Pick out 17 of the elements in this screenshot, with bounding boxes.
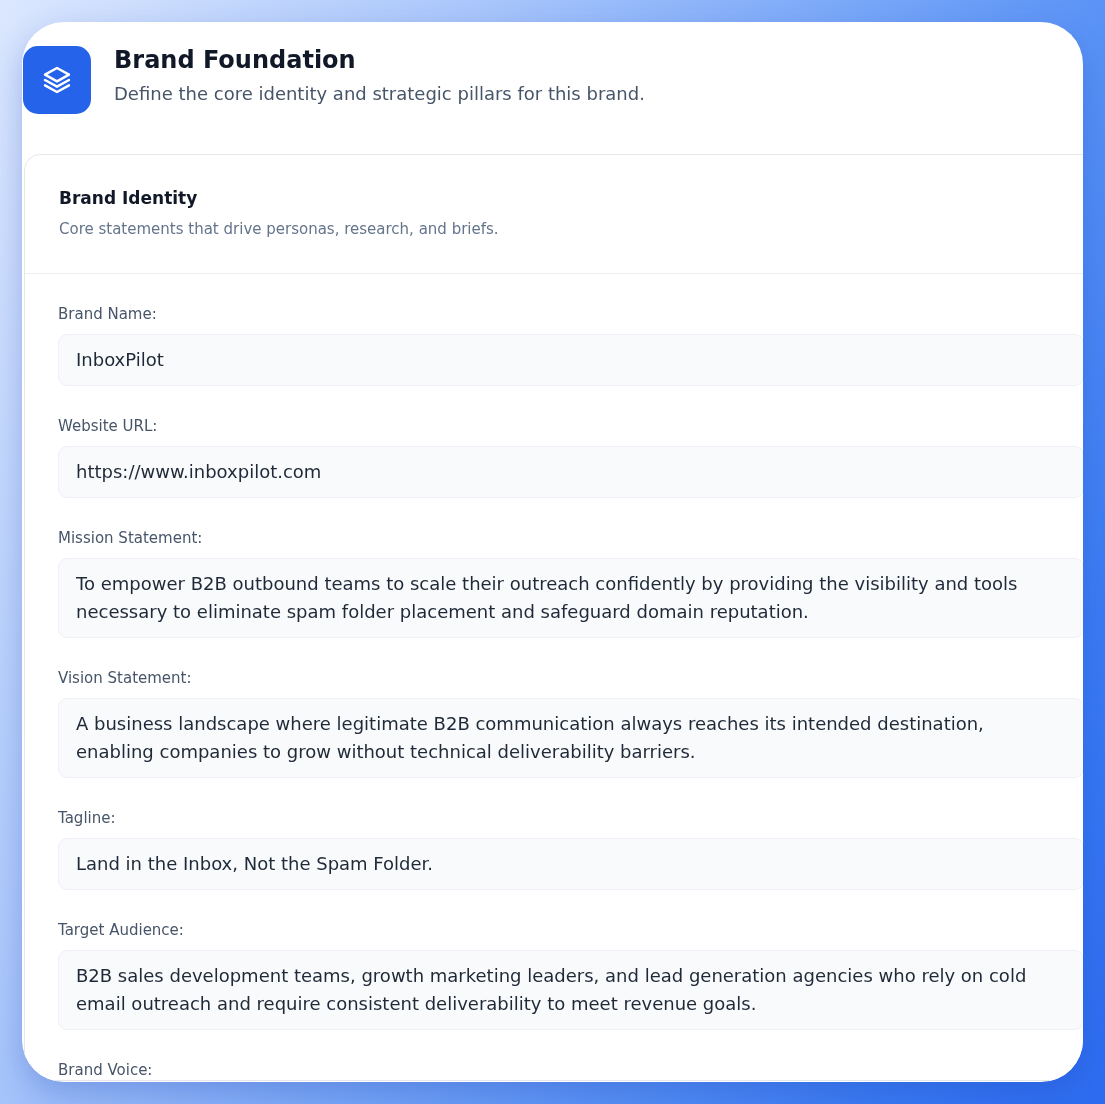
text-field[interactable]: A business landscape where legitimate B2B communication always reaches its intended destination, enabling companies to grow without technical deliverability barriers. xyxy=(58,698,1083,778)
section-description: Core statements that drive personas, research, and briefs. xyxy=(59,219,500,240)
field-label: Vision Statement: xyxy=(58,668,193,688)
text-field[interactable]: https://www.inboxpilot.com xyxy=(58,446,1083,498)
text-field[interactable]: B2B sales development teams, growth marketing leaders, and lead generation agencies who rely on cold email outreach and require consistent deliverability to meet revenue goals. xyxy=(58,950,1083,1030)
field-label: Website URL: xyxy=(58,416,159,436)
text-field[interactable]: To empower B2B outbound teams to scale their outreach confidently by providing the visibility and tools necessary to eliminate spam folder placement and safeguard domain reputation. xyxy=(58,558,1083,638)
field-label: Tagline: xyxy=(58,808,117,828)
text-field[interactable]: InboxPilot xyxy=(58,334,1083,386)
field-label: Target Audience: xyxy=(58,920,185,940)
field-label: Brand Name: xyxy=(58,304,158,324)
field-label: Mission Statement: xyxy=(58,528,204,548)
field-label: Brand Voice: xyxy=(58,1060,154,1080)
page-title: Brand Foundation xyxy=(114,45,357,76)
page-subtitle: Define the core identity and strategic pillars for this brand. xyxy=(114,82,645,106)
text-field[interactable]: Land in the Inbox, Not the Spam Folder. xyxy=(58,838,1083,890)
section-title: Brand Identity xyxy=(59,187,199,210)
